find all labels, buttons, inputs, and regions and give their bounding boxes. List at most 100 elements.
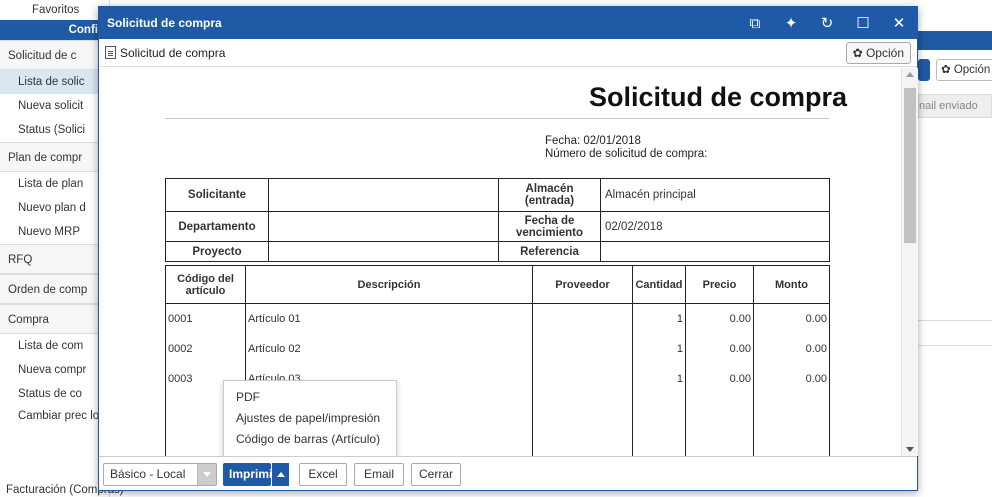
background-row <box>918 320 992 346</box>
document-number: Número de solicitud de compra: <box>545 148 708 160</box>
open-external-icon[interactable]: ⧉ <box>737 7 773 39</box>
dialog-subheader: Solicitud de compra ✿ Opción <box>99 39 917 67</box>
table-cell: Artículo 01 <box>245 303 533 334</box>
document-date: Fecha: 02/01/2018 <box>545 135 641 147</box>
print-preview: Solicitud de compra Fecha: 02/01/2018 Nú… <box>99 68 901 456</box>
scrollbar-thumb[interactable] <box>904 88 916 243</box>
table-cell: 0002 <box>165 333 246 364</box>
menu-item-pdf[interactable]: PDF <box>224 387 396 408</box>
solicitante-value <box>268 178 499 212</box>
sidebar-item[interactable]: Cambiar prec lote <box>0 406 109 442</box>
option-button-label: Opción <box>865 45 904 60</box>
departamento-label: Departamento <box>165 211 269 242</box>
sidebar-item[interactable]: Nuevo plan d <box>0 196 109 220</box>
table-row: 0002 Artículo 02 1 0.00 0.00 <box>165 333 830 364</box>
column-header: Precio <box>685 265 754 304</box>
table-cell: 0001 <box>165 303 246 334</box>
request-info-table: Solicitante Almacén (entrada) Almacén pr… <box>165 178 830 262</box>
dialog-subtitle: Solicitud de compra <box>120 45 226 60</box>
vencimiento-value: 02/02/2018 <box>600 211 830 242</box>
title-divider <box>165 118 829 119</box>
background-right-panel: ✿ Opción nail enviado <box>918 0 992 497</box>
table-cell: 1 <box>632 333 686 364</box>
background-header-strip <box>918 31 992 50</box>
departamento-value <box>268 211 499 242</box>
almacen-value: Almacén principal <box>600 178 830 212</box>
table-cell <box>753 393 830 456</box>
proyecto-label: Proyecto <box>165 241 269 262</box>
scroll-up-icon[interactable] <box>906 72 914 77</box>
refresh-icon[interactable]: ↻ <box>809 7 845 39</box>
favorites-tab[interactable]: Favoritos <box>0 0 109 20</box>
column-header: Proveedor <box>532 265 633 304</box>
scroll-down-icon[interactable] <box>906 447 914 452</box>
table-cell: 0.00 <box>753 363 830 394</box>
table-cell: 0.00 <box>685 363 754 394</box>
table-cell <box>685 393 754 456</box>
maximize-icon[interactable]: ☐ <box>845 7 881 39</box>
config-tab[interactable]: Config <box>0 20 109 40</box>
background-option-button[interactable]: ✿ Opción <box>936 59 992 81</box>
dialog-footer: Básico - Local Imprimir Excel Email Cerr… <box>99 456 917 490</box>
sidebar-item[interactable]: Status de co <box>0 382 109 406</box>
column-header: Monto <box>753 265 830 304</box>
table-cell: 1 <box>632 363 686 394</box>
print-button[interactable]: Imprimir <box>223 463 277 486</box>
table-cell: 0.00 <box>753 303 830 334</box>
sidebar-item[interactable]: Lista de solic <box>0 70 109 94</box>
option-button[interactable]: ✿ Opción <box>845 41 911 64</box>
dialog-title: Solicitud de compra <box>107 16 222 30</box>
table-cell: 0.00 <box>685 333 754 364</box>
template-select-value: Básico - Local <box>110 467 186 481</box>
menu-item-paper-settings[interactable]: Ajustes de papel/impresión <box>224 408 396 429</box>
table-cell: 1 <box>632 303 686 334</box>
excel-button[interactable]: Excel <box>299 463 347 486</box>
document-title: Solicitud de compra <box>589 82 848 112</box>
preview-scrollbar[interactable] <box>901 68 918 456</box>
table-row: 0001 Artículo 01 1 0.00 0.00 <box>165 303 830 334</box>
column-header: Código del artículo <box>165 265 246 304</box>
sidebar-item[interactable]: Compra <box>0 304 109 334</box>
almacen-label: Almacén (entrada) <box>498 178 601 212</box>
referencia-value <box>600 241 830 262</box>
background-button[interactable] <box>918 59 930 81</box>
table-cell <box>532 363 633 394</box>
sidebar-item[interactable]: Plan de compr <box>0 142 109 172</box>
proyecto-value <box>268 241 499 262</box>
print-dropdown-menu: PDF Ajustes de papel/impresión Código de… <box>223 380 397 460</box>
template-select[interactable]: Básico - Local <box>103 463 217 486</box>
referencia-label: Referencia <box>498 241 601 262</box>
table-cell <box>532 303 633 334</box>
sidebar-item[interactable]: Status (Solici <box>0 118 109 142</box>
vencimiento-label: Fecha de vencimiento <box>498 211 601 242</box>
table-cell <box>532 333 633 364</box>
document-meta: Fecha: 02/01/2018 Número de solicitud de… <box>545 135 707 161</box>
chevron-down-icon[interactable] <box>197 464 216 485</box>
column-header: Descripción <box>245 265 533 304</box>
sidebar-item[interactable]: Lista de plan <box>0 172 109 196</box>
email-button[interactable]: Email <box>354 463 404 486</box>
background-sidebar: Favoritos Config Solicitud de c Lista de … <box>0 0 110 497</box>
close-button[interactable]: Cerrar <box>411 463 461 486</box>
solicitante-label: Solicitante <box>165 178 269 212</box>
table-cell: 0.00 <box>753 333 830 364</box>
close-icon[interactable]: ✕ <box>881 7 917 39</box>
sidebar-item[interactable]: Solicitud de c <box>0 40 109 70</box>
column-header: Cantidad <box>632 265 686 304</box>
sidebar-item[interactable]: RFQ <box>0 244 109 274</box>
dialog-titlebar: Solicitud de compra ⧉ ✦ ↻ ☐ ✕ <box>99 7 917 39</box>
document-icon <box>105 46 116 59</box>
sidebar-item[interactable]: Nueva solicit <box>0 94 109 118</box>
sidebar-item[interactable]: Nuevo MRP <box>0 220 109 244</box>
email-sent-column-header: nail enviado <box>918 94 992 118</box>
purchase-request-dialog: Solicitud de compra ⧉ ✦ ↻ ☐ ✕ Solicitud … <box>98 6 918 491</box>
menu-item-barcode[interactable]: Código de barras (Artículo) <box>224 429 396 450</box>
table-cell <box>532 393 633 456</box>
sidebar-item[interactable]: Orden de comp <box>0 274 109 304</box>
table-cell <box>632 393 686 456</box>
table-cell: 0.00 <box>685 303 754 334</box>
pin-icon[interactable]: ✦ <box>773 7 809 39</box>
sidebar-item[interactable]: Nueva compr <box>0 358 109 382</box>
sidebar-item[interactable]: Lista de com <box>0 334 109 358</box>
print-menu-toggle[interactable] <box>271 463 289 486</box>
